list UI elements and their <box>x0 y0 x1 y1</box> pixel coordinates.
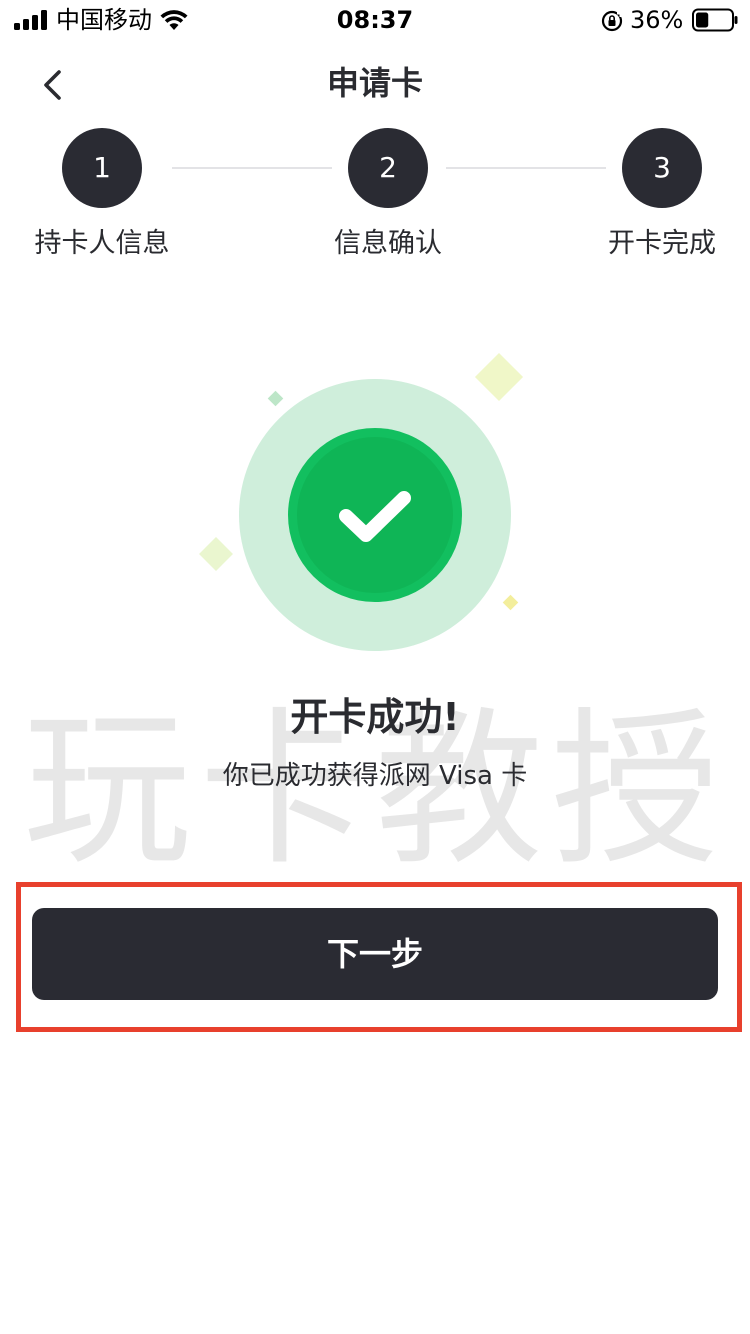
page-title: 申请卡 <box>326 64 423 102</box>
next-button[interactable]: 下一步 <box>32 908 718 1000</box>
rotation-lock-icon <box>601 10 623 32</box>
battery-icon <box>692 8 738 32</box>
step-number-1: 1 <box>62 128 142 208</box>
step-label-2: 信息确认 <box>334 228 442 259</box>
step-connector <box>446 167 606 169</box>
success-illustration <box>199 352 524 651</box>
progress-stepper: 1 2 3 持卡人信息 信息确认 开卡完成 <box>0 126 750 266</box>
navigation-bar: 申请卡 <box>0 50 750 116</box>
status-bar: 中国移动 08:37 36% <box>0 0 750 40</box>
screen: 中国移动 08:37 36% 申请卡 1 2 3 持卡人信息 信息确认 开卡完成… <box>0 0 750 1334</box>
success-title: 开卡成功! <box>290 695 460 739</box>
success-subtitle: 你已成功获得派网 Visa 卡 <box>222 761 528 791</box>
step-connector <box>172 167 332 169</box>
step-label-3: 开卡完成 <box>608 228 716 259</box>
step-number-2: 2 <box>348 128 428 208</box>
battery-percent: 36% <box>630 6 684 34</box>
step-number-3: 3 <box>622 128 702 208</box>
sparkle-icon <box>267 390 284 407</box>
sparkle-icon <box>474 352 524 402</box>
step-label-1: 持卡人信息 <box>34 228 170 259</box>
sparkle-icon <box>502 594 519 611</box>
sparkle-icon <box>199 537 233 571</box>
